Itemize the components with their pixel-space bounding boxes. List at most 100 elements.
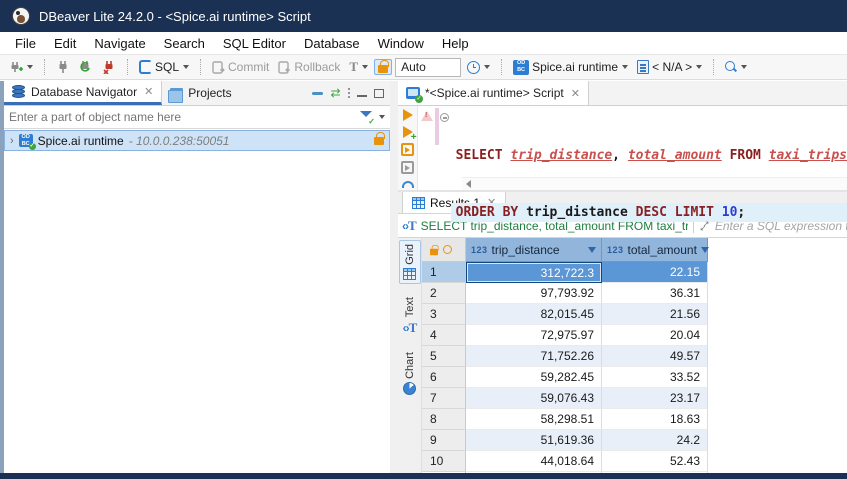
connect-button[interactable] — [53, 58, 73, 76]
trip-distance-cell[interactable]: 312,722.3 — [466, 262, 602, 283]
transaction-mode-button[interactable]: T — [346, 57, 371, 77]
trip-distance-cell[interactable]: 59,282.45 — [466, 367, 602, 388]
search-icon — [725, 61, 737, 73]
total-amount-cell[interactable]: 52.43 — [602, 451, 708, 472]
tab-database-navigator[interactable]: Database Navigator ✕ — [4, 81, 162, 105]
tab-sql-script[interactable]: *<Spice.ai runtime> Script ✕ — [398, 81, 589, 105]
search-button[interactable] — [722, 59, 750, 75]
total-amount-cell[interactable]: 18.63 — [602, 409, 708, 430]
trip-distance-cell[interactable]: 51,619.36 — [466, 430, 602, 451]
tab-grid-view[interactable]: Grid — [399, 240, 421, 284]
close-icon[interactable]: ✕ — [142, 85, 153, 98]
disconnect-button[interactable] — [99, 58, 119, 76]
table-row[interactable]: 759,076.4323.17 — [422, 388, 847, 409]
table-row[interactable]: 951,619.3624.2 — [422, 430, 847, 451]
menu-database[interactable]: Database — [295, 34, 369, 53]
trip-distance-cell[interactable]: 82,015.45 — [466, 304, 602, 325]
trip-distance-cell[interactable]: 71,752.26 — [466, 346, 602, 367]
editor-panel: *<Spice.ai runtime> Script ✕ — [398, 81, 847, 473]
tab-projects[interactable]: Projects — [162, 81, 239, 105]
collapse-all-icon[interactable] — [312, 92, 323, 95]
tab-chart-view[interactable]: Chart — [399, 349, 421, 398]
table-row[interactable]: 858,298.5118.63 — [422, 409, 847, 430]
total-amount-cell[interactable]: 22.15 — [602, 262, 708, 283]
explain-plan-icon[interactable] — [402, 181, 414, 188]
sql-editor-button[interactable]: SQL — [136, 58, 192, 76]
trip-distance-cell[interactable]: 44,018.64 — [466, 451, 602, 472]
close-icon[interactable]: ✕ — [569, 87, 580, 100]
folding-ruler — [439, 106, 451, 190]
row-number-cell[interactable]: 5 — [422, 346, 466, 367]
total-amount-cell[interactable]: 21.56 — [602, 304, 708, 325]
menu-help[interactable]: Help — [433, 34, 478, 53]
table-row[interactable]: 297,793.9236.31 — [422, 283, 847, 304]
sql-editor[interactable]: SELECT trip_distance, total_amount FROM … — [398, 106, 847, 190]
row-number-cell[interactable]: 7 — [422, 388, 466, 409]
chevron-down-icon — [183, 65, 189, 69]
editor-hscrollbar[interactable] — [462, 177, 847, 190]
table-row[interactable]: 1044,018.6452.43 — [422, 451, 847, 472]
menu-file[interactable]: File — [6, 34, 45, 53]
object-filter-input[interactable] — [9, 110, 360, 124]
table-row[interactable]: 472,975.9720.04 — [422, 325, 847, 346]
scroll-left-icon[interactable] — [466, 180, 471, 188]
total-amount-cell[interactable]: 23.17 — [602, 388, 708, 409]
row-number-cell[interactable]: 4 — [422, 325, 466, 346]
expand-chevron-icon[interactable]: › — [10, 135, 14, 147]
table-row[interactable]: 1312,722.322.15 — [422, 262, 847, 283]
script-settings-button[interactable] — [401, 161, 414, 174]
execute-new-tab-button[interactable] — [403, 126, 413, 138]
execute-script-button[interactable] — [401, 143, 414, 156]
sql-token: ORDER BY — [456, 205, 526, 220]
maximize-view-icon[interactable] — [374, 89, 384, 98]
trip-distance-cell[interactable]: 59,076.43 — [466, 388, 602, 409]
active-connection-selector[interactable]: ODBC Spice.ai runtime — [510, 58, 631, 77]
panel-sash[interactable] — [390, 81, 398, 473]
menu-sql-editor[interactable]: SQL Editor — [214, 34, 295, 53]
connection-tree-item[interactable]: › ODBC✓ Spice.ai runtime - 10.0.0.238:50… — [4, 130, 390, 151]
link-with-editor-icon[interactable]: ⇄ — [330, 87, 340, 99]
commit-mode-combo[interactable]: Auto — [395, 58, 461, 77]
view-menu-icon[interactable] — [348, 88, 351, 99]
table-row[interactable]: 571,752.2649.57 — [422, 346, 847, 367]
commit-button[interactable]: Commit — [209, 58, 272, 76]
row-number-cell[interactable]: 3 — [422, 304, 466, 325]
row-number-cell[interactable]: 2 — [422, 283, 466, 304]
sql-token: DESC LIMIT — [636, 205, 722, 220]
row-number-cell[interactable]: 10 — [422, 451, 466, 472]
trip-distance-cell[interactable]: 97,793.92 — [466, 283, 602, 304]
menu-search[interactable]: Search — [155, 34, 214, 53]
rollback-label: Rollback — [294, 60, 340, 74]
expand-filter-icon[interactable] — [699, 220, 710, 232]
dbeaver-window: DBeaver Lite 24.2.0 - <Spice.ai runtime>… — [0, 0, 847, 479]
total-amount-cell[interactable]: 20.04 — [602, 325, 708, 346]
row-number-cell[interactable]: 6 — [422, 367, 466, 388]
filter-funnel-icon[interactable] — [360, 111, 373, 123]
total-amount-cell[interactable]: 33.52 — [602, 367, 708, 388]
total-amount-cell[interactable]: 24.2 — [602, 430, 708, 451]
total-amount-cell[interactable]: 36.31 — [602, 283, 708, 304]
row-number-cell[interactable]: 8 — [422, 409, 466, 430]
row-number-cell[interactable]: 1 — [422, 262, 466, 283]
trip-distance-cell[interactable]: 58,298.51 — [466, 409, 602, 430]
trip-distance-cell[interactable]: 72,975.97 — [466, 325, 602, 346]
reconnect-button[interactable] — [76, 58, 96, 76]
connection-lock-toggle[interactable] — [374, 59, 392, 75]
execute-statement-button[interactable] — [403, 109, 413, 121]
chevron-down-icon[interactable] — [379, 115, 385, 119]
table-row[interactable]: 659,282.4533.52 — [422, 367, 847, 388]
transaction-log-button[interactable] — [464, 59, 493, 76]
total-amount-cell[interactable]: 49.57 — [602, 346, 708, 367]
minimize-view-icon[interactable] — [357, 90, 367, 97]
new-connection-button[interactable] — [6, 58, 36, 76]
toolbar-separator — [501, 59, 502, 75]
collapse-fold-icon[interactable] — [440, 113, 449, 122]
tab-text-view[interactable]: Text ‹›T — [399, 294, 421, 339]
row-number-cell[interactable]: 9 — [422, 430, 466, 451]
rollback-button[interactable]: Rollback — [275, 58, 343, 76]
active-schema-selector[interactable]: < N/A > — [634, 58, 705, 76]
table-row[interactable]: 382,015.4521.56 — [422, 304, 847, 325]
menu-window[interactable]: Window — [369, 34, 433, 53]
menu-navigate[interactable]: Navigate — [85, 34, 154, 53]
menu-edit[interactable]: Edit — [45, 34, 85, 53]
